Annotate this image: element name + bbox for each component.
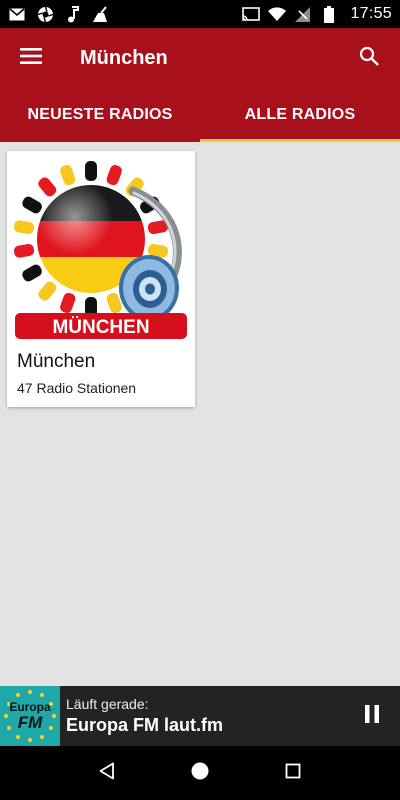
home-button[interactable]	[180, 753, 220, 793]
system-nav-bar	[0, 746, 400, 800]
aperture-icon	[36, 5, 54, 23]
app-bar: München	[0, 28, 400, 88]
card-subtitle: 47 Radio Stationen	[17, 380, 137, 396]
europa-fm-logo: Europa FM	[0, 686, 60, 746]
status-bar: 17:55	[0, 0, 400, 28]
now-playing-label: Läuft gerade:	[66, 696, 149, 712]
back-triangle-icon	[99, 762, 115, 785]
broom-icon	[92, 5, 110, 23]
wifi-icon	[268, 5, 287, 23]
home-circle-icon	[191, 762, 209, 785]
tab-bar: NEUESTE RADIOS ALLE RADIOS	[0, 88, 400, 142]
cast-icon	[242, 5, 261, 23]
hamburger-menu-button[interactable]	[0, 28, 62, 88]
hamburger-menu-icon	[20, 47, 42, 69]
germany-radio-image: MÜNCHEN	[13, 161, 187, 339]
mail-icon	[8, 5, 26, 23]
status-time: 17:55	[350, 5, 392, 22]
svg-text:Europa: Europa	[9, 700, 51, 714]
search-button[interactable]	[338, 28, 400, 88]
content-area: MÜNCHEN München 47 Radio Stationen	[0, 142, 400, 686]
pause-button[interactable]	[344, 686, 400, 746]
recents-button[interactable]	[273, 753, 313, 793]
recents-square-icon	[285, 763, 301, 784]
battery-icon	[320, 5, 338, 23]
tab-neueste-radios[interactable]: NEUESTE RADIOS	[0, 88, 200, 142]
tab-label: ALLE RADIOS	[244, 106, 356, 123]
no-sim-icon	[294, 5, 312, 23]
search-icon	[359, 46, 379, 71]
svg-text:FM: FM	[18, 713, 43, 732]
back-button[interactable]	[87, 753, 127, 793]
city-banner-text: MÜNCHEN	[52, 317, 149, 338]
card-title: München	[17, 351, 96, 372]
headphone-earcup	[119, 255, 179, 321]
city-card-muenchen[interactable]: MÜNCHEN München 47 Radio Stationen	[7, 151, 195, 407]
tab-alle-radios[interactable]: ALLE RADIOS	[200, 88, 400, 142]
tab-label: NEUESTE RADIOS	[27, 106, 173, 123]
page-title: München	[80, 46, 168, 69]
pause-icon	[364, 704, 380, 728]
mini-player[interactable]: Europa FM Läuft gerade: Europa FM laut.f…	[0, 686, 400, 746]
music-note-icon	[64, 5, 82, 23]
station-name: Europa FM laut.fm	[66, 715, 223, 735]
